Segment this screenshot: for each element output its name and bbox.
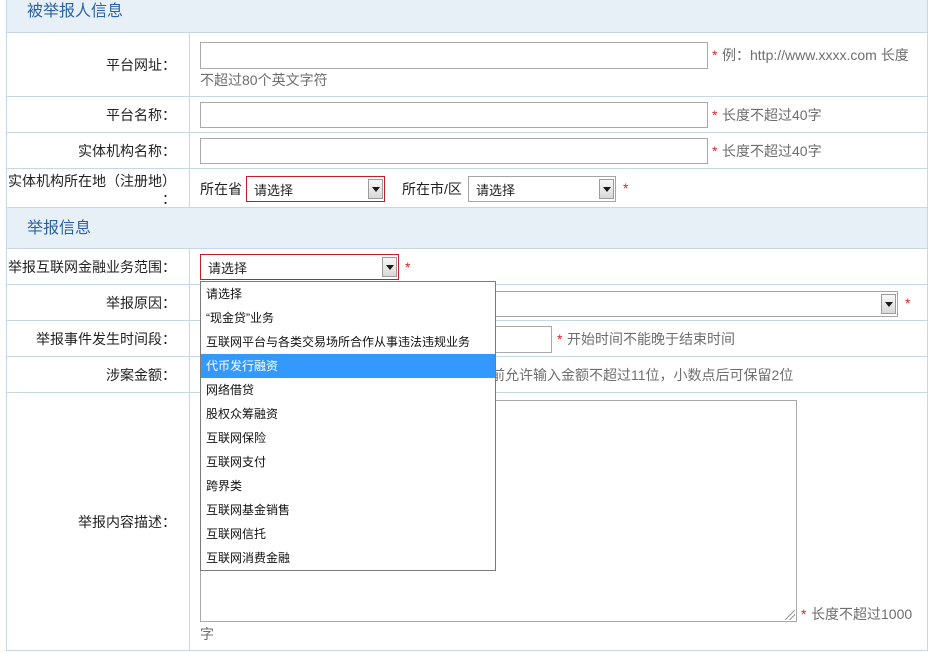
platform-name-label: 平台名称： [106,106,176,123]
required-marker: * [712,143,718,159]
report-reason-label-cell: 举报原因： [7,285,190,320]
business-scope-option[interactable]: 跨界类 [201,474,495,498]
province-label: 所在省 [200,181,242,197]
event-time-range-label-cell: 举报事件发生时间段： [7,321,190,356]
platform-name-input[interactable] [200,102,708,128]
platform-url-hint-continued: 不超过80个英文字符 [200,72,328,88]
entity-name-input[interactable] [200,138,708,164]
resize-grip-icon[interactable] [785,610,795,620]
form-row-entity-name: 实体机构名称： * 长度不超过40字 [6,133,928,169]
business-scope-option[interactable]: 互联网平台与各类交易场所合作从事违法违规业务 [201,330,495,354]
chevron-down-icon[interactable] [599,179,614,199]
required-marker: * [801,606,807,622]
business-scope-option[interactable]: 互联网基金销售 [201,498,495,522]
platform-url-hint: 例：http://www.xxxx.com 长度 [722,47,909,63]
entity-location-label: 实体机构所在地（注册地） ： [8,172,176,208]
entity-name-hint: 长度不超过40字 [722,143,822,159]
section-header-report-info: 举报信息 [6,208,928,249]
chevron-down-icon[interactable] [881,294,896,314]
section-title-reported-party: 被举报人信息 [27,3,124,20]
required-marker: * [623,180,629,196]
amount-label: 涉案金额： [106,366,176,383]
business-scope-option[interactable]: 股权众筹融资 [201,402,495,426]
section-title-report-info: 举报信息 [27,220,92,237]
required-marker: * [557,331,563,347]
business-scope-option[interactable]: 互联网消费金融 [201,546,495,570]
platform-url-label: 平台网址： [106,56,176,73]
business-scope-option[interactable]: 请选择 [201,282,495,306]
business-scope-option[interactable]: 代币发行融资 [201,354,495,378]
form-row-platform-url: 平台网址： * 例：http://www.xxxx.com 长度 不超过80个英… [6,33,928,97]
event-time-range-label: 举报事件发生时间段： [36,330,176,347]
chevron-down-icon[interactable] [368,179,383,199]
form-row-entity-location: 实体机构所在地（注册地） ： 所在省 请选择 所在市/区 请选择 * [6,169,928,208]
business-scope-select-value: 请选择 [208,260,248,276]
platform-name-hint: 长度不超过40字 [722,107,822,123]
description-label-cell: 举报内容描述： [7,393,190,650]
entity-name-label: 实体机构名称： [78,142,176,159]
province-select[interactable]: 请选择 [246,176,385,202]
required-marker: * [712,47,718,63]
business-scope-option[interactable]: 互联网信托 [201,522,495,546]
city-label: 所在市/区 [402,181,462,197]
description-label: 举报内容描述： [78,513,176,530]
platform-url-input[interactable] [200,42,708,69]
business-scope-label: 举报互联网金融业务范围： [8,258,176,275]
description-hint-continued: 字 [200,626,214,642]
business-scope-option[interactable]: 互联网支付 [201,450,495,474]
entity-name-label-cell: 实体机构名称： [7,133,190,168]
entity-location-label-cell: 实体机构所在地（注册地） ： [7,169,190,207]
business-scope-option[interactable]: 网络借贷 [201,378,495,402]
province-select-value: 请选择 [254,182,294,198]
required-marker: * [712,107,718,123]
form-row-platform-name: 平台名称： * 长度不超过40字 [6,97,928,133]
business-scope-option[interactable]: “现金贷”业务 [201,306,495,330]
event-time-range-hint: 开始时间不能晚于结束时间 [567,331,735,347]
form-row-business-scope: 举报互联网金融业务范围： 请选择 * 请选择 “现金贷”业务 互联网平台与各类交… [6,249,928,571]
chevron-down-icon[interactable] [382,257,397,277]
business-scope-label-cell: 举报互联网金融业务范围： [7,249,190,284]
description-hint: 长度不超过1000 [811,606,913,622]
platform-name-label-cell: 平台名称： [7,97,190,132]
business-scope-option[interactable]: 互联网保险 [201,426,495,450]
required-marker: * [405,259,411,275]
city-select[interactable]: 请选择 [468,176,616,202]
amount-hint: 前允许输入金额不超过11位，小数点后可保留2位 [491,367,794,383]
section-header-reported-party: 被举报人信息 [6,0,928,33]
required-marker: * [905,295,911,311]
report-form: 被举报人信息 平台网址： * 例：http://www.xxxx.com 长度 … [0,0,935,653]
business-scope-dropdown: 请选择 “现金贷”业务 互联网平台与各类交易场所合作从事违法违规业务 代币发行融… [200,281,496,571]
report-reason-label: 举报原因： [106,294,176,311]
city-select-value: 请选择 [476,182,516,198]
platform-url-label-cell: 平台网址： [7,33,190,96]
entity-location-label-colon: ： [162,191,176,207]
entity-location-label-text: 实体机构所在地（注册地） [8,173,176,189]
amount-label-cell: 涉案金额： [7,357,190,392]
business-scope-select[interactable]: 请选择 [200,254,399,280]
